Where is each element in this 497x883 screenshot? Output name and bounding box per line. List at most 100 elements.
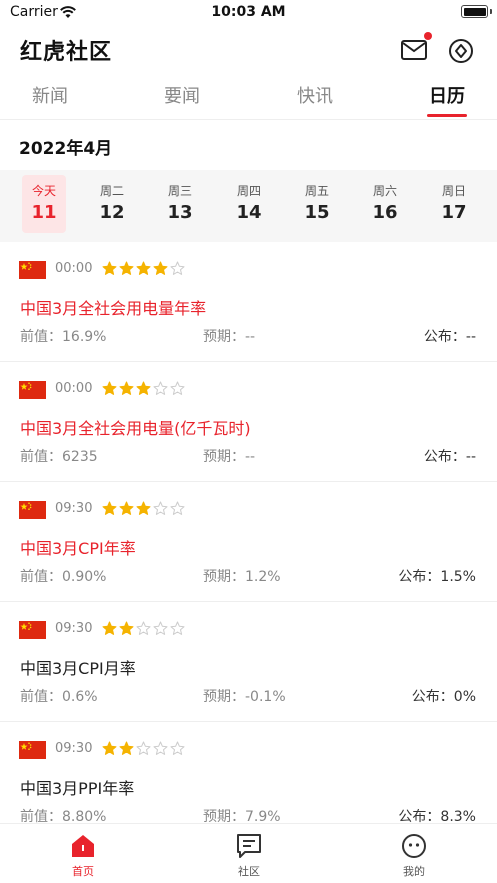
china-flag-icon (19, 741, 46, 759)
published-value: 公布：-- (423, 329, 476, 345)
day-number: 13 (167, 202, 193, 223)
star-filled-icon (136, 381, 151, 395)
day-wed[interactable]: 周三 13 (158, 175, 202, 233)
event-title: 中国3月全社会用电量(亿千瓦时) (20, 419, 251, 438)
day-sat[interactable]: 周六 16 (363, 175, 407, 233)
day-sun[interactable]: 周日 17 (432, 175, 476, 233)
bottom-nav: 首页 社区 我的 (0, 823, 497, 883)
day-name: 周三 (167, 184, 192, 198)
notification-dot (424, 32, 432, 40)
expected-value: 预期：1.2% (203, 569, 281, 585)
star-empty-icon (170, 621, 185, 635)
day-name: 周六 (372, 184, 397, 198)
day-today[interactable]: 今天 11 (22, 175, 66, 233)
event-time: 09:30 (55, 501, 93, 516)
previous-value: 前值：0.90% (20, 569, 107, 585)
published-value: 公布：0% (411, 689, 476, 705)
profile-icon (402, 834, 426, 858)
event-title: 中国3月PPI年率 (20, 779, 135, 798)
china-flag-icon (19, 621, 46, 639)
star-filled-icon (102, 261, 117, 275)
nav-label: 我的 (403, 865, 425, 878)
app-title: 红虎社区 (20, 40, 113, 65)
battery-tip (490, 9, 492, 14)
day-tue[interactable]: 周二 12 (90, 175, 134, 233)
event-item[interactable]: 00:00 中国3月全社会用电量年率 前值：16.9% 预期：-- 公布：-- (0, 242, 497, 362)
status-time: 10:03 AM (211, 4, 286, 20)
tab-calendar[interactable]: 日历 (407, 82, 487, 108)
event-item[interactable]: 09:30 中国3月CPI月率 前值：0.6% 预期：-0.1% 公布：0% (0, 602, 497, 722)
event-title: 中国3月全社会用电量年率 (20, 299, 207, 318)
star-empty-icon (153, 741, 168, 755)
status-bar: Carrier 10:03 AM (0, 0, 497, 26)
star-filled-icon (119, 621, 134, 635)
compass-icon[interactable] (448, 38, 474, 64)
day-thu[interactable]: 周四 14 (227, 175, 271, 233)
star-filled-icon (119, 501, 134, 515)
day-name: 周日 (441, 184, 466, 198)
importance-stars (102, 261, 187, 277)
week-strip: 今天 11 周二 12 周三 13 周四 14 周五 15 周六 16 周日 1… (0, 170, 497, 242)
nav-community[interactable]: 社区 (214, 832, 284, 879)
star-filled-icon (119, 381, 134, 395)
community-icon (237, 834, 261, 858)
previous-value: 前值：16.9% (20, 329, 107, 345)
star-empty-icon (136, 621, 151, 635)
star-filled-icon (136, 501, 151, 515)
importance-stars (102, 741, 187, 757)
mail-icon[interactable] (400, 38, 428, 62)
day-name: 今天 (31, 184, 56, 198)
nav-profile[interactable]: 我的 (379, 832, 449, 879)
star-filled-icon (119, 741, 134, 755)
tabs-divider (0, 119, 497, 120)
day-number: 15 (304, 202, 330, 223)
china-flag-icon (19, 501, 46, 519)
star-empty-icon (153, 621, 168, 635)
event-item[interactable]: 09:30 中国3月CPI年率 前值：0.90% 预期：1.2% 公布：1.5% (0, 482, 497, 602)
star-empty-icon (153, 501, 168, 515)
published-value: 公布：1.5% (398, 569, 476, 585)
china-flag-icon (19, 381, 46, 399)
event-time: 00:00 (55, 381, 93, 396)
star-filled-icon (102, 741, 117, 755)
star-empty-icon (170, 381, 185, 395)
importance-stars (102, 501, 187, 517)
day-number: 11 (31, 202, 57, 223)
tab-flash[interactable]: 快讯 (275, 82, 355, 108)
event-item[interactable]: 00:00 中国3月全社会用电量(亿千瓦时) 前值：6235 预期：-- 公布：… (0, 362, 497, 482)
nav-home[interactable]: 首页 (48, 832, 118, 879)
active-tab-indicator (427, 114, 467, 117)
expected-value: 预期：-- (203, 449, 256, 465)
event-time: 09:30 (55, 621, 93, 636)
battery-icon (461, 5, 488, 18)
expected-value: 预期：-- (203, 329, 256, 345)
star-empty-icon (170, 501, 185, 515)
month-label: 2022年4月 (19, 139, 113, 159)
previous-value: 前值：6235 (20, 449, 98, 465)
nav-label: 社区 (238, 865, 260, 878)
event-title: 中国3月CPI年率 (20, 539, 136, 558)
nav-label: 首页 (72, 865, 94, 878)
day-number: 14 (236, 202, 262, 223)
tab-headlines[interactable]: 要闻 (142, 82, 222, 108)
day-name: 周二 (99, 184, 124, 198)
day-fri[interactable]: 周五 15 (295, 175, 339, 233)
tab-news[interactable]: 新闻 (10, 82, 90, 108)
event-time: 00:00 (55, 261, 93, 276)
star-filled-icon (153, 261, 168, 275)
day-name: 周五 (304, 184, 329, 198)
importance-stars (102, 621, 187, 637)
day-number: 16 (372, 202, 398, 223)
event-time: 09:30 (55, 741, 93, 756)
star-empty-icon (170, 261, 185, 275)
star-empty-icon (170, 741, 185, 755)
home-icon (72, 835, 94, 857)
published-value: 公布：-- (423, 449, 476, 465)
china-flag-icon (19, 261, 46, 279)
star-filled-icon (102, 501, 117, 515)
expected-value: 预期：-0.1% (203, 689, 286, 705)
day-number: 17 (441, 202, 467, 223)
previous-value: 前值：0.6% (20, 689, 98, 705)
star-filled-icon (102, 381, 117, 395)
star-filled-icon (119, 261, 134, 275)
